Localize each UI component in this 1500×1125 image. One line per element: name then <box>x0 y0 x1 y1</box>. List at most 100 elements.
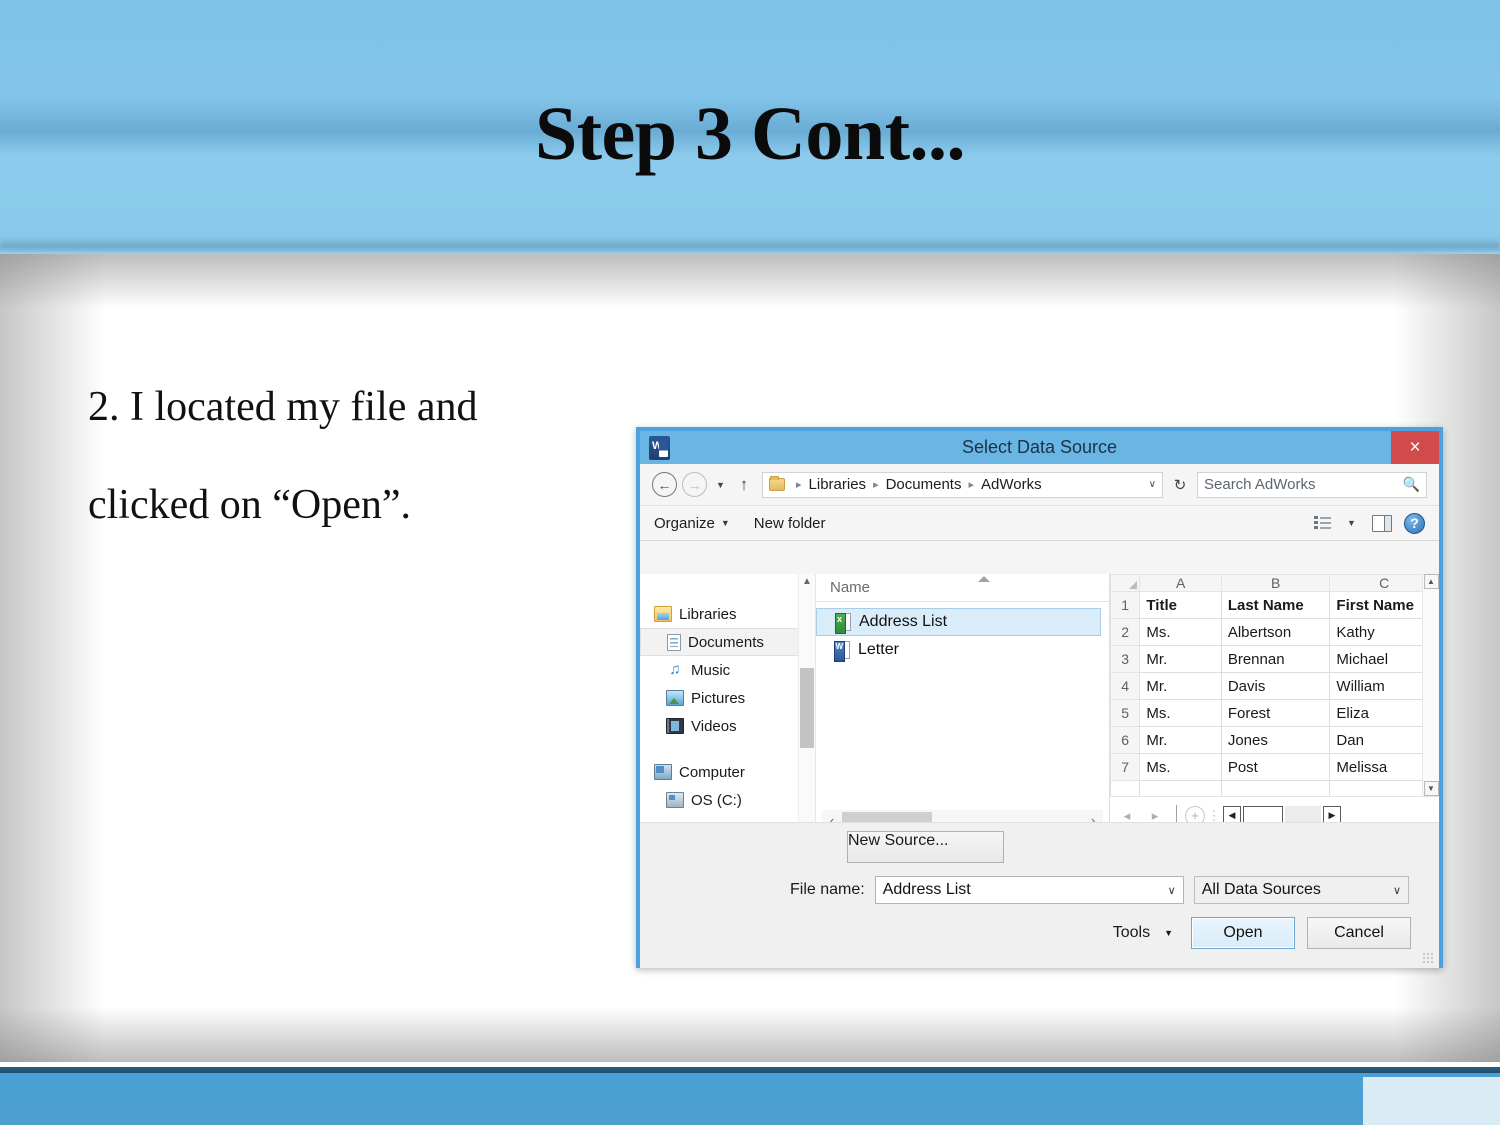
table-row[interactable]: 4 Mr. Davis William <box>1110 672 1439 700</box>
refresh-icon[interactable]: ↻ <box>1168 476 1192 494</box>
column-letter-b[interactable]: B <box>1220 574 1331 592</box>
new-folder-button[interactable]: New folder <box>754 515 826 532</box>
presentation-slide: Step 3 Cont... 2. I located my file and … <box>0 0 1500 1125</box>
table-cell[interactable]: Mr. <box>1139 672 1222 700</box>
list-item[interactable]: Letter <box>816 636 1101 664</box>
breadcrumb-documents[interactable]: Documents <box>886 476 962 493</box>
row-number[interactable]: 3 <box>1110 645 1141 673</box>
list-item[interactable]: Address List <box>816 608 1101 636</box>
sidebar-item-videos[interactable]: Videos <box>640 712 815 740</box>
row-number[interactable]: 6 <box>1110 726 1141 754</box>
scroll-up-icon[interactable]: ▲ <box>1423 574 1439 589</box>
file-name-input[interactable]: Address List ∨ <box>874 876 1184 904</box>
sidebar-item-label: OS (C:) <box>691 791 742 809</box>
chevron-down-icon[interactable]: ∨ <box>1141 479 1156 490</box>
sidebar-item-os-c[interactable]: OS (C:) <box>640 786 815 814</box>
scrollbar-track[interactable] <box>799 590 815 818</box>
libraries-icon <box>654 606 672 622</box>
table-cell[interactable]: Albertson <box>1220 618 1331 646</box>
grid-vertical-scrollbar[interactable]: ▲ ▼ <box>1422 574 1439 796</box>
table-cell[interactable]: Jones <box>1220 726 1331 754</box>
table-cell[interactable]: Ms. <box>1139 618 1222 646</box>
organize-label: Organize <box>654 514 715 532</box>
chevron-down-icon: ▼ <box>720 518 730 528</box>
file-type-select[interactable]: All Data Sources ∨ <box>1193 876 1409 904</box>
forward-button[interactable]: → <box>682 472 707 497</box>
view-mode-icon[interactable] <box>1314 515 1331 531</box>
scroll-up-icon[interactable]: ▲ <box>802 574 812 590</box>
new-source-button[interactable]: New Source... <box>847 831 1004 863</box>
file-name-label: File name: <box>790 881 865 898</box>
open-button[interactable]: Open <box>1191 917 1295 949</box>
sidebar-item-label: Documents <box>688 633 764 651</box>
row-number[interactable]: 2 <box>1110 618 1141 646</box>
table-row[interactable]: 2 Ms. Albertson Kathy <box>1110 618 1439 646</box>
table-cell[interactable]: Mr. <box>1139 726 1222 754</box>
search-input[interactable]: Search AdWorks 🔍 <box>1197 471 1427 498</box>
row-number[interactable]: 1 <box>1110 591 1141 619</box>
table-cell[interactable]: Last Name <box>1220 591 1331 619</box>
scroll-down-icon[interactable]: ▼ <box>1423 781 1439 796</box>
chevron-down-icon[interactable]: ∨ <box>1168 884 1176 897</box>
table-row[interactable]: 6 Mr. Jones Dan <box>1110 726 1439 754</box>
table-cell[interactable]: Post <box>1220 753 1331 781</box>
table-cell[interactable]: Davis <box>1220 672 1331 700</box>
word-file-icon <box>834 641 850 662</box>
chevron-down-icon[interactable]: ▼ <box>712 480 729 490</box>
file-name-label: Letter <box>858 641 899 658</box>
dialog-titlebar[interactable]: W Select Data Source × <box>640 431 1439 464</box>
chevron-down-icon[interactable]: ∨ <box>1393 884 1401 897</box>
table-row-empty <box>1110 780 1439 796</box>
file-list-pane: Name Address List Letter <box>815 574 1109 834</box>
file-name-value: Address List <box>882 881 971 898</box>
cancel-button[interactable]: Cancel <box>1307 917 1411 949</box>
address-bar[interactable]: ▸ Libraries ▸ Documents ▸ AdWorks ∨ <box>762 471 1163 498</box>
sidebar-item-music[interactable]: ♫ Music <box>640 656 815 684</box>
help-icon[interactable]: ? <box>1404 512 1425 534</box>
sidebar-item-libraries[interactable]: Libraries <box>640 600 815 628</box>
search-placeholder: Search AdWorks <box>1204 476 1316 493</box>
sidebar-vertical-scrollbar[interactable]: ▲ ▼ <box>798 574 815 834</box>
table-row[interactable]: 7 Ms. Post Melissa <box>1110 753 1439 781</box>
slide-body-text: 2. I located my file and clicked on “Ope… <box>88 358 623 554</box>
back-button[interactable]: ← <box>652 472 677 497</box>
table-cell[interactable]: Mr. <box>1139 645 1222 673</box>
drive-icon <box>666 792 684 808</box>
row-number[interactable]: 7 <box>1110 753 1141 781</box>
row-number[interactable]: 4 <box>1110 672 1141 700</box>
close-icon[interactable]: × <box>1391 431 1439 464</box>
table-column-letters: A B C <box>1110 574 1439 592</box>
search-icon[interactable]: 🔍 <box>1403 476 1420 493</box>
table-row[interactable]: 3 Mr. Brennan Michael <box>1110 645 1439 673</box>
column-header-name[interactable]: Name <box>830 579 870 596</box>
table-row[interactable]: 5 Ms. Forest Eliza <box>1110 699 1439 727</box>
tools-button[interactable]: Tools ▼ <box>1113 924 1173 942</box>
column-letter-a[interactable]: A <box>1139 574 1222 592</box>
select-all-corner[interactable] <box>1110 574 1141 592</box>
sidebar-item-label: Videos <box>691 717 737 735</box>
file-list-header[interactable]: Name <box>816 574 1109 602</box>
row-number[interactable]: 5 <box>1110 699 1141 727</box>
body-line-1: 2. I located my file and <box>88 384 478 430</box>
scrollbar-track[interactable] <box>1423 589 1439 781</box>
breadcrumb-libraries[interactable]: Libraries <box>809 476 867 493</box>
file-type-value: All Data Sources <box>1201 881 1321 898</box>
table-cell[interactable]: Brennan <box>1220 645 1331 673</box>
up-button[interactable]: ↑ <box>734 475 754 495</box>
table-cell[interactable]: Ms. <box>1139 753 1222 781</box>
sidebar-item-computer[interactable]: Computer <box>640 758 815 786</box>
sidebar-item-documents[interactable]: Documents <box>640 628 811 656</box>
organize-button[interactable]: Organize ▼ <box>654 515 730 532</box>
preview-pane-icon[interactable] <box>1372 514 1392 532</box>
table-cell[interactable]: Title <box>1139 591 1222 619</box>
sidebar-item-pictures[interactable]: Pictures <box>640 684 815 712</box>
resize-grip[interactable] <box>1422 952 1434 964</box>
breadcrumb-adworks[interactable]: AdWorks <box>981 476 1042 493</box>
documents-icon <box>667 633 681 651</box>
table-row[interactable]: 1 Title Last Name First Name <box>1110 591 1439 619</box>
table-cell[interactable]: Ms. <box>1139 699 1222 727</box>
table-cell[interactable]: Forest <box>1220 699 1331 727</box>
chevron-down-icon[interactable]: ▼ <box>1343 518 1360 528</box>
scrollbar-thumb[interactable] <box>800 668 814 748</box>
more-options-icon[interactable]: ⋮ <box>1207 809 1221 822</box>
